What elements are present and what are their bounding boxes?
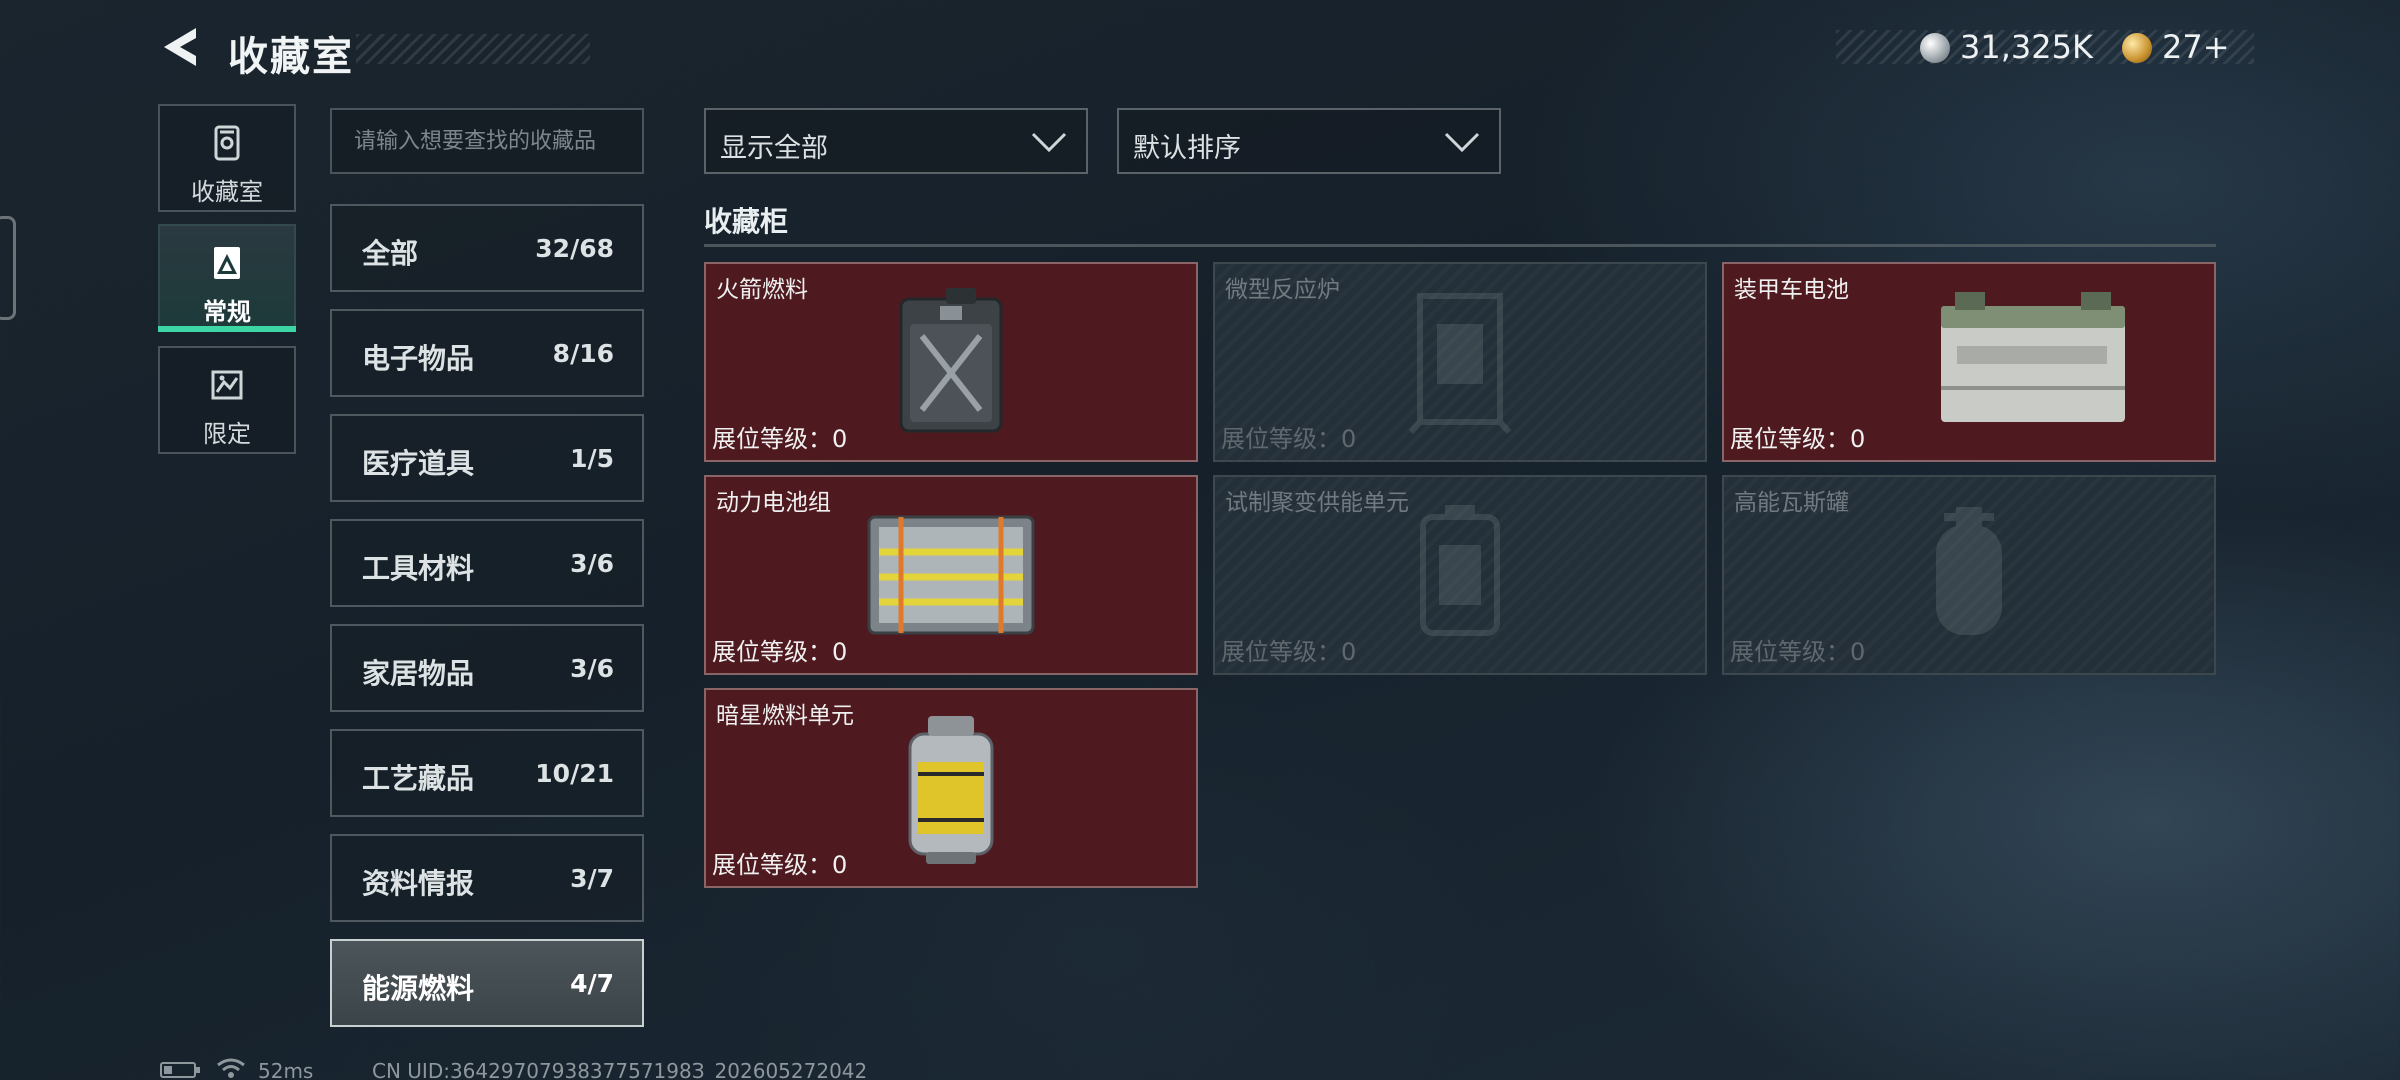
collection-room-icon	[214, 125, 240, 161]
regular-icon	[214, 247, 240, 279]
title-decoration	[356, 34, 590, 64]
silver-coin-icon	[1920, 33, 1950, 63]
display-filter-dropdown[interactable]: 显示全部	[704, 108, 1088, 174]
item-card[interactable]: 试制聚变供能单元 展位等级：0	[1213, 475, 1707, 675]
item-level: 展位等级：0	[712, 638, 848, 666]
category-name: 电子物品	[362, 342, 475, 375]
item-card[interactable]: 动力电池组 展位等级：0	[704, 475, 1198, 675]
side-tab-label: 收藏室	[191, 178, 263, 206]
back-arrow-icon	[164, 28, 196, 66]
item-name: 微型反应炉	[1225, 277, 1340, 303]
sort-dropdown[interactable]: 默认排序	[1117, 108, 1501, 174]
side-tab-collection[interactable]: 收藏室	[158, 104, 296, 212]
item-level: 展位等级：0	[712, 425, 848, 453]
page-title: 收藏室	[228, 34, 354, 80]
back-button[interactable]	[156, 22, 206, 72]
category-count: 1/5	[570, 444, 614, 473]
vehicle-battery-icon	[1940, 292, 2125, 422]
item-level: 展位等级：0	[1730, 425, 1866, 453]
battery-icon	[160, 1062, 200, 1078]
item-name: 装甲车电池	[1734, 277, 1849, 303]
category-name: 能源燃料	[362, 972, 475, 1005]
item-level: 展位等级：0	[1221, 425, 1357, 453]
category-energy[interactable]: 能源燃料 4/7	[330, 939, 644, 1027]
item-name: 火箭燃料	[716, 277, 808, 303]
device-bezel	[0, 216, 16, 320]
side-tab-limited[interactable]: 限定	[158, 346, 296, 454]
category-name: 工艺藏品	[362, 762, 475, 795]
category-all[interactable]: 全部 32/68	[330, 204, 644, 292]
wifi-icon	[217, 1058, 245, 1078]
category-count: 3/7	[570, 864, 614, 893]
category-intel[interactable]: 资料情报 3/7	[330, 834, 644, 922]
item-card[interactable]: 高能瓦斯罐 展位等级：0	[1722, 475, 2216, 675]
category-count: 10/21	[535, 759, 614, 788]
category-name: 工具材料	[362, 552, 475, 585]
sort-value: 默认排序	[1133, 133, 1241, 164]
item-level: 展位等级：0	[712, 851, 848, 879]
darkstar-fuel-cell-icon	[908, 716, 994, 864]
category-count: 3/6	[570, 654, 614, 683]
fuel-canister-icon	[899, 288, 1003, 433]
section-divider	[704, 244, 2216, 247]
category-medical[interactable]: 医疗道具 1/5	[330, 414, 644, 502]
gas-tank-icon	[1936, 507, 2002, 635]
search-field[interactable]	[330, 108, 644, 174]
limited-icon	[211, 370, 243, 400]
fusion-cell-icon	[1420, 505, 1500, 636]
item-card[interactable]: 火箭燃料 展位等级：0	[704, 262, 1198, 462]
category-name: 医疗道具	[362, 447, 475, 480]
category-name: 全部	[362, 237, 419, 270]
category-name: 家居物品	[362, 657, 475, 690]
gold-coin-icon	[2122, 33, 2152, 63]
display-filter-value: 显示全部	[720, 133, 828, 164]
uid-text: CN UID:3642970793837757198З_202605272042	[372, 1059, 868, 1080]
category-tools[interactable]: 工具材料 3/6	[330, 519, 644, 607]
gold-currency-value[interactable]: 27+	[2162, 28, 2230, 66]
category-count: 8/16	[552, 339, 614, 368]
category-count: 3/6	[570, 549, 614, 578]
side-tab-label: 常规	[203, 298, 251, 326]
ping-value: 52ms	[258, 1059, 314, 1080]
chevron-down-icon	[1031, 132, 1067, 153]
search-input[interactable]	[332, 110, 642, 172]
item-card[interactable]: 暗星燃料单元 展位等级：0	[704, 688, 1198, 888]
category-name: 资料情报	[362, 867, 475, 900]
category-count: 32/68	[535, 234, 614, 263]
item-card[interactable]: 装甲车电池 展位等级：0	[1722, 262, 2216, 462]
category-count: 4/7	[570, 969, 614, 998]
item-name: 高能瓦斯罐	[1734, 490, 1849, 516]
item-name: 暗星燃料单元	[716, 703, 854, 729]
category-household[interactable]: 家居物品 3/6	[330, 624, 644, 712]
silver-currency-value: 31,325K	[1960, 28, 2093, 66]
item-level: 展位等级：0	[1730, 638, 1866, 666]
item-name: 动力电池组	[716, 490, 831, 516]
category-electronics[interactable]: 电子物品 8/16	[330, 309, 644, 397]
side-tab-label: 限定	[203, 420, 251, 448]
chevron-down-icon	[1444, 132, 1480, 153]
item-card[interactable]: 微型反应炉 展位等级：0	[1213, 262, 1707, 462]
mini-reactor-icon	[1408, 293, 1512, 434]
side-tab-regular[interactable]: 常规	[158, 224, 296, 332]
category-crafts[interactable]: 工艺藏品 10/21	[330, 729, 644, 817]
section-title: 收藏柜	[704, 205, 789, 238]
item-level: 展位等级：0	[1221, 638, 1357, 666]
battery-pack-icon	[867, 515, 1035, 635]
item-name: 试制聚变供能单元	[1225, 490, 1409, 516]
